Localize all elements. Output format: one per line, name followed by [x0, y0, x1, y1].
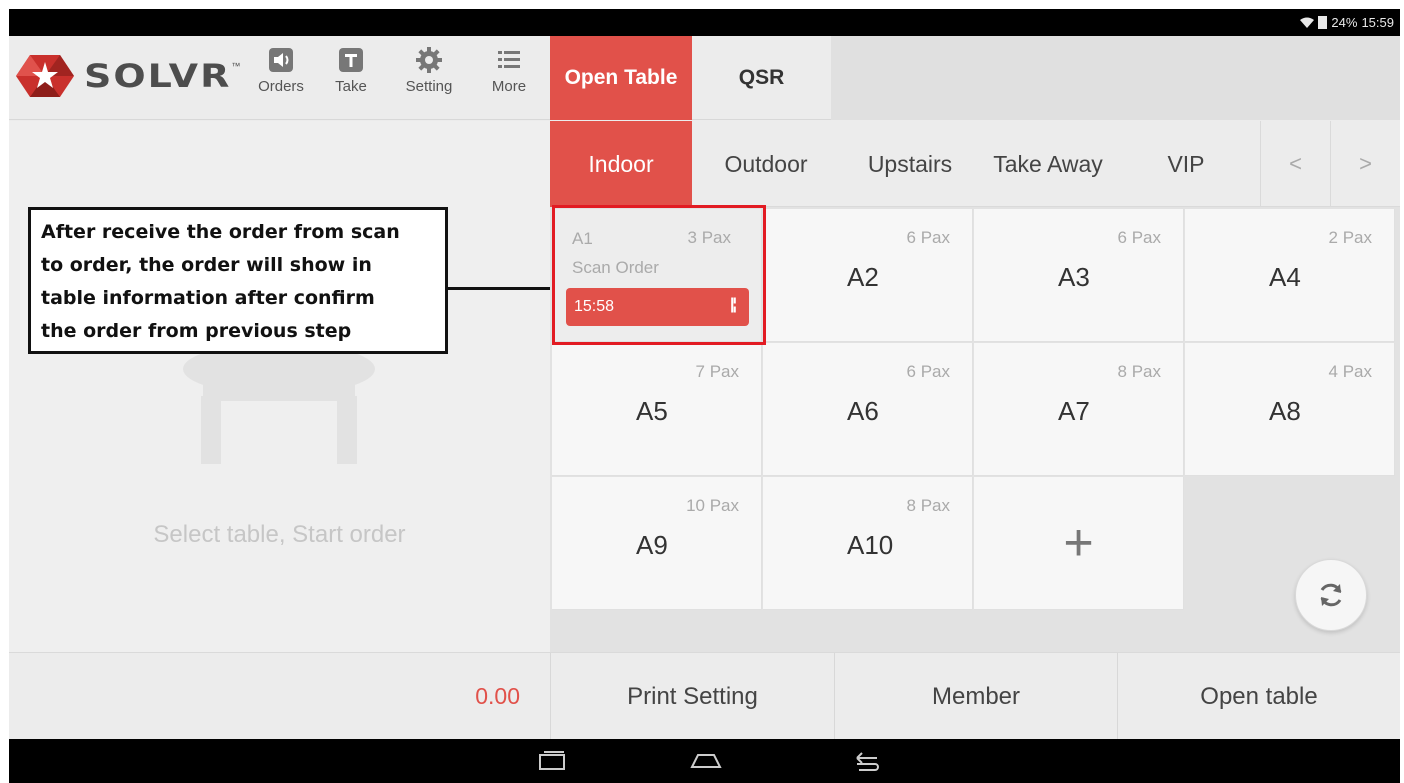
- tab-upstairs[interactable]: Upstairs: [840, 121, 980, 207]
- table-name: A5: [636, 396, 668, 426]
- table-pax: 4 Pax: [1328, 362, 1372, 381]
- table-name: A9: [636, 530, 668, 560]
- gear-icon: [415, 46, 443, 74]
- table-card-a7[interactable]: 8 Pax A7: [974, 343, 1184, 476]
- table-name: A10: [847, 530, 894, 560]
- table-card-a5[interactable]: 7 Pax A5: [552, 343, 762, 476]
- orders-label: Orders: [258, 78, 304, 95]
- take-button[interactable]: Take: [319, 46, 383, 95]
- prev-area-button[interactable]: <: [1260, 121, 1330, 207]
- callout-line: to order, the order will show in: [41, 254, 372, 276]
- next-area-button[interactable]: >: [1330, 121, 1400, 207]
- table-name: A4: [1269, 262, 1301, 292]
- table-name: A6: [847, 396, 879, 426]
- more-label: More: [491, 78, 527, 95]
- speaker-icon: [267, 46, 295, 74]
- battery-level: 24%: [1331, 15, 1358, 30]
- table-card-a8[interactable]: 4 Pax A8: [1185, 343, 1395, 476]
- callout-line: table information after confirm: [41, 287, 375, 309]
- member-button[interactable]: Member: [834, 653, 1117, 740]
- plus-icon: +: [1063, 514, 1094, 572]
- recent-apps-icon[interactable]: [535, 747, 569, 775]
- logo-mark-icon: [16, 55, 74, 97]
- open-table-button[interactable]: Open table: [1117, 653, 1400, 740]
- tab-indoor[interactable]: Indoor: [550, 121, 692, 207]
- logo-trademark: ™: [231, 61, 241, 71]
- table-info-panel: Select table, Start order: [9, 121, 550, 652]
- setting-button[interactable]: Setting: [397, 46, 461, 95]
- orders-button[interactable]: Orders: [249, 46, 313, 95]
- solvr-logo: SOLVR ™: [14, 51, 240, 101]
- status-bar: 24% 15:59: [9, 9, 1400, 36]
- table-pax: 10 Pax: [686, 496, 739, 515]
- refresh-button[interactable]: [1295, 559, 1367, 631]
- setting-label: Setting: [405, 78, 453, 95]
- table-card-a4[interactable]: 2 Pax A4: [1185, 209, 1395, 342]
- total-amount: 0.00: [475, 683, 520, 709]
- tab-outdoor[interactable]: Outdoor: [692, 121, 840, 207]
- take-label: Take: [335, 78, 367, 95]
- take-icon: [337, 46, 365, 74]
- system-nav-bar: [9, 739, 1400, 783]
- callout-connector: [447, 287, 554, 290]
- tab-take-away[interactable]: Take Away: [980, 121, 1116, 207]
- back-icon[interactable]: [849, 747, 883, 775]
- header-spacer: [831, 36, 1400, 120]
- table-name: A2: [847, 262, 879, 292]
- table-pax: 7 Pax: [695, 362, 739, 381]
- table-pax: 6 Pax: [906, 228, 950, 247]
- battery-icon: [1318, 16, 1328, 29]
- logo-text: SOLVR: [84, 57, 232, 95]
- print-setting-button[interactable]: Print Setting: [550, 653, 834, 740]
- table-pax: 8 Pax: [1117, 362, 1161, 381]
- tab-qsr[interactable]: QSR: [692, 36, 831, 120]
- order-total: 0.00: [9, 653, 550, 740]
- home-icon[interactable]: [689, 747, 723, 775]
- refresh-icon: [1320, 583, 1342, 607]
- callout-line: the order from previous step: [41, 320, 352, 342]
- tab-vip[interactable]: VIP: [1116, 121, 1256, 207]
- table-pax: 2 Pax: [1328, 228, 1372, 247]
- highlight-box: [552, 205, 766, 345]
- app-frame: 24% 15:59 SOLVR ™ Orders Take Setting Mo…: [9, 9, 1400, 783]
- callout-line: After receive the order from scan: [41, 221, 400, 243]
- list-icon: [495, 46, 523, 74]
- table-card-a6[interactable]: 6 Pax A6: [763, 343, 973, 476]
- table-pax: 6 Pax: [1117, 228, 1161, 247]
- table-pax: 8 Pax: [906, 496, 950, 515]
- table-card-a10[interactable]: 8 Pax A10: [763, 477, 973, 610]
- wifi-icon: [1300, 17, 1315, 28]
- table-name: A3: [1058, 262, 1090, 292]
- area-tab-bar: Indoor Outdoor Upstairs Take Away VIP < …: [550, 121, 1400, 207]
- table-pax: 6 Pax: [906, 362, 950, 381]
- table-name: A7: [1058, 396, 1090, 426]
- annotation-callout: After receive the order from scan to ord…: [28, 207, 448, 354]
- table-placeholder-icon: [183, 343, 375, 464]
- table-name: A8: [1269, 396, 1301, 426]
- tab-open-table[interactable]: Open Table: [550, 36, 692, 120]
- table-card-a3[interactable]: 6 Pax A3: [974, 209, 1184, 342]
- action-bar: 0.00 Print Setting Member Open table: [9, 652, 1400, 740]
- more-button[interactable]: More: [477, 46, 541, 95]
- select-table-hint: Select table, Start order: [153, 521, 406, 548]
- table-card-a9[interactable]: 10 Pax A9: [552, 477, 762, 610]
- table-card-a2[interactable]: 6 Pax A2: [763, 209, 973, 342]
- add-table-button[interactable]: +: [974, 477, 1184, 610]
- clock: 15:59: [1361, 15, 1394, 30]
